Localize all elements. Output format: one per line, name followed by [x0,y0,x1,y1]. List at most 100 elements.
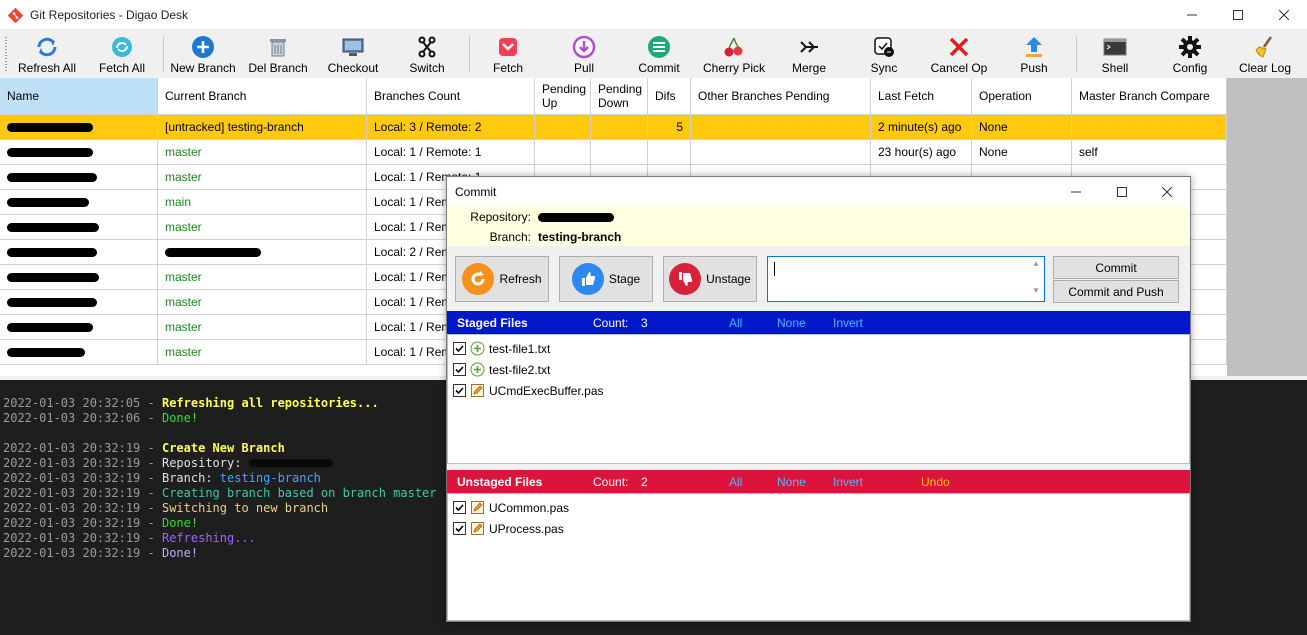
redacted-repository-name [7,172,97,182]
log-timestamp: 2022-01-03 20:32:19 [3,486,141,500]
staged-files-title: Staged Files [457,316,528,330]
cell-name [0,290,158,315]
cell-name [0,265,158,290]
pull-button[interactable]: Pull [565,31,603,77]
staged-files-header: Staged Files Count: 3 All None Invert [447,311,1190,334]
message-scrollbar[interactable]: ▲ ▼ [1028,257,1044,301]
refresh-all-button[interactable]: Refresh All [15,31,79,77]
sync-icon [871,34,897,60]
commit-and-push-button[interactable]: Commit and Push [1053,280,1179,303]
commit-message-input[interactable]: ▲ ▼ [767,256,1045,302]
column-header-other-branches-pending[interactable]: Other Branches Pending [691,78,871,115]
table-row[interactable]: [untracked] testing-branch Local: 3 / Rem… [0,115,1227,140]
staged-select-none-link[interactable]: None [777,316,806,330]
file-checkbox[interactable] [453,384,466,397]
file-name: test-file1.txt [489,341,551,356]
column-header-last-fetch[interactable]: Last Fetch [871,78,972,115]
checkout-button[interactable]: Checkout [325,31,381,77]
toolbar: Refresh All Fetch All New Branch Del Bra… [0,31,1307,77]
commit-dialog-title-bar: Commit [447,177,1190,206]
dialog-minimize-button[interactable] [1053,177,1099,206]
unstaged-files-list[interactable]: UCommon.pas UProcess.pas [447,493,1190,621]
merge-button[interactable]: Merge [786,31,832,77]
column-header-difs[interactable]: Difs [648,78,691,115]
title-bar: Git Repositories - Digao Desk [0,0,1307,30]
log-message: Switching to new branch [161,501,329,515]
table-row[interactable]: master Local: 1 / Remote: 1 23 hour(s) ago… [0,140,1227,165]
commit-submit-button[interactable]: Commit [1053,256,1179,279]
dialog-maximize-button[interactable] [1099,177,1145,206]
staged-count-label: Count: [593,316,629,330]
redacted-repository-name [7,297,97,307]
repository-label: Repository: [470,210,531,224]
switch-button[interactable]: Switch [405,31,449,77]
cell-current-branch: master [158,290,367,315]
cell-difs: 5 [648,115,691,140]
unstaged-select-all-link[interactable]: All [729,475,742,489]
log-separator: - [140,441,162,455]
column-header-current-branch[interactable]: Current Branch [158,78,367,115]
file-list-item[interactable]: test-file2.txt [453,359,550,380]
log-message: Refreshing all repositories... [161,396,379,410]
cell-current-branch: main [158,190,367,215]
del-branch-button[interactable]: Del Branch [247,31,309,77]
dialog-close-button[interactable] [1144,177,1190,206]
cell-current-branch: [untracked] testing-branch [158,115,367,140]
column-header-name[interactable]: Name [0,78,158,115]
edit-icon [470,500,485,515]
column-header-master-branch-compare[interactable]: Master Branch Compare [1072,78,1227,115]
refresh-all-icon [34,34,60,60]
cell-operation: None [972,140,1072,165]
unstaged-undo-link[interactable]: Undo [921,475,950,489]
minimize-button[interactable] [1169,0,1215,30]
log-message: Create New Branch [161,441,285,455]
file-list-item[interactable]: UCommon.pas [453,497,569,518]
cherry-pick-button[interactable]: Cherry Pick [702,31,766,77]
file-checkbox[interactable] [453,501,466,514]
refresh-button[interactable]: Refresh [455,256,549,302]
stage-button[interactable]: Stage [559,256,653,302]
fetch-button[interactable]: Fetch [485,31,531,77]
unstaged-select-none-link[interactable]: None [777,475,806,489]
cell-name [0,315,158,340]
column-header-operation[interactable]: Operation [972,78,1072,115]
staged-select-all-link[interactable]: All [729,316,742,330]
log-separator: - [140,411,162,425]
column-header-branches-count[interactable]: Branches Count [367,78,535,115]
commit-button[interactable]: Commit [635,31,683,77]
unstaged-invert-link[interactable]: Invert [833,475,863,489]
fetch-all-button[interactable]: Fetch All [93,31,151,77]
close-button[interactable] [1261,0,1307,30]
maximize-button[interactable] [1215,0,1261,30]
cell-current-branch: master [158,140,367,165]
unstage-button[interactable]: Unstage [663,256,757,302]
file-checkbox[interactable] [453,363,466,376]
staged-invert-link[interactable]: Invert [833,316,863,330]
staged-files-list[interactable]: test-file1.txt test-file2.txt UCmdExecBuff… [447,334,1190,464]
sync-button[interactable]: Sync [866,31,902,77]
redacted-repository-name [7,322,93,332]
config-button[interactable]: Config [1168,31,1212,77]
column-header-pending-up[interactable]: Pending Up [535,78,591,115]
cell-current-branch: master [158,340,367,365]
clear-log-button[interactable]: Clear Log [1236,31,1294,77]
file-list-item[interactable]: UCmdExecBuffer.pas [453,380,604,401]
cell-last-fetch: 2 minute(s) ago [871,115,972,140]
shell-button[interactable]: Shell [1096,31,1134,77]
toolbar-grip[interactable] [5,37,7,71]
log-message-value: testing-branch [219,471,321,485]
file-list-item[interactable]: UProcess.pas [453,518,564,539]
cell-branches-count: Local: 3 / Remote: 2 [367,115,535,140]
push-button[interactable]: Push [1016,31,1052,77]
file-checkbox[interactable] [453,522,466,535]
cancel-op-button[interactable]: Cancel Op [928,31,990,77]
column-header-pending-down[interactable]: Pending Down [591,78,648,115]
branch-label: Branch: [489,230,531,244]
file-list-item[interactable]: test-file1.txt [453,338,550,359]
file-checkbox[interactable] [453,342,466,355]
cell-current-branch [158,240,367,265]
log-timestamp: 2022-01-03 20:32:19 [3,516,141,530]
cell-other-branches-pending [691,140,871,165]
cell-other-branches-pending [691,115,871,140]
new-branch-button[interactable]: New Branch [170,31,236,77]
